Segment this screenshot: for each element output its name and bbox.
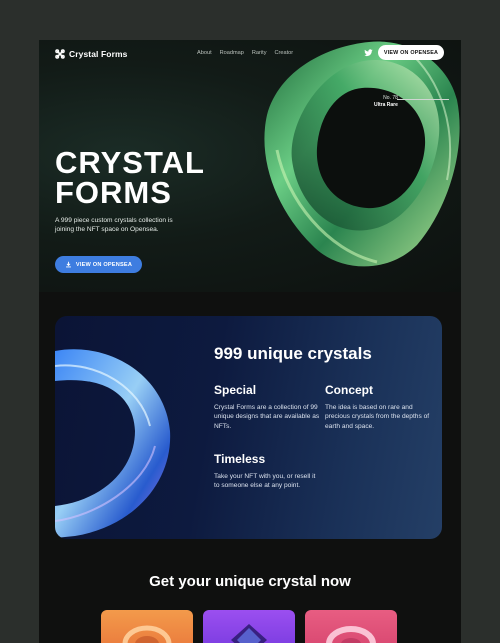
nav-item-about[interactable]: About <box>197 50 212 56</box>
orange-crystal-image <box>122 625 172 643</box>
hero-title: CRYSTAL FORMS <box>55 145 205 210</box>
feature-special: Special Crystal Forms are a collection o… <box>214 383 320 431</box>
hero-crystal-image <box>264 41 460 267</box>
feature-text: The idea is based on rare and precious c… <box>325 404 430 430</box>
download-icon <box>65 261 71 268</box>
brand-logo[interactable]: Crystal Forms <box>55 49 127 59</box>
features-card: 999 unique crystals Special Crystal Form… <box>55 316 442 539</box>
feature-heading: Timeless <box>214 452 266 466</box>
feature-heading: Concept <box>325 383 373 397</box>
feature-concept: Concept The idea is based on rare and pr… <box>325 383 431 431</box>
feature-timeless: Timeless Take your NFT with you, or rese… <box>214 452 320 491</box>
hero-title-line1: CRYSTAL <box>55 145 205 180</box>
blue-crystal-image <box>55 349 171 538</box>
collection-title: Get your unique crystal now <box>149 573 351 590</box>
crystal-card-purple[interactable] <box>203 610 295 643</box>
nav-item-roadmap[interactable]: Roadmap <box>220 50 244 56</box>
nav-item-creator[interactable]: Creator <box>275 50 294 56</box>
hero-section: Crystal Forms About Roadmap Rarity Creat… <box>39 40 461 292</box>
hero-opensea-label: VIEW ON OPENSEA <box>75 261 133 268</box>
badge-tier: Ultra Rare <box>374 102 398 108</box>
hero-title-line2: FORMS <box>55 175 172 210</box>
feature-text: Crystal Forms are a collection of 99 uni… <box>214 404 320 430</box>
purple-crystal-image <box>231 624 267 643</box>
hero-description: A 999 piece custom crystals collection i… <box>55 217 173 233</box>
badge-number: No. 78 <box>383 95 398 101</box>
nav-item-rarity[interactable]: Rarity <box>252 50 267 56</box>
crystal-logo-icon <box>55 49 65 59</box>
feature-heading: Special <box>214 383 257 397</box>
rarity-badge: No. 78 Ultra Rare <box>374 95 398 108</box>
landing-page: Crystal Forms About Roadmap Rarity Creat… <box>39 40 461 643</box>
hero-opensea-button[interactable]: VIEW ON OPENSEA <box>55 256 142 273</box>
main-nav: About Roadmap Rarity Creator <box>197 50 293 56</box>
twitter-icon[interactable] <box>364 49 373 57</box>
header-opensea-button[interactable]: VIEW ON OPENSEA <box>378 45 444 60</box>
features-title: 999 unique crystals <box>214 344 372 363</box>
brand-name: Crystal Forms <box>69 49 128 59</box>
badge-divider <box>397 99 449 100</box>
crystal-card-pink[interactable] <box>305 610 397 643</box>
crystal-card-orange[interactable] <box>101 610 193 643</box>
feature-text: Take your NFT with you, or resell it to … <box>214 473 316 490</box>
pink-crystal-image <box>326 626 376 643</box>
